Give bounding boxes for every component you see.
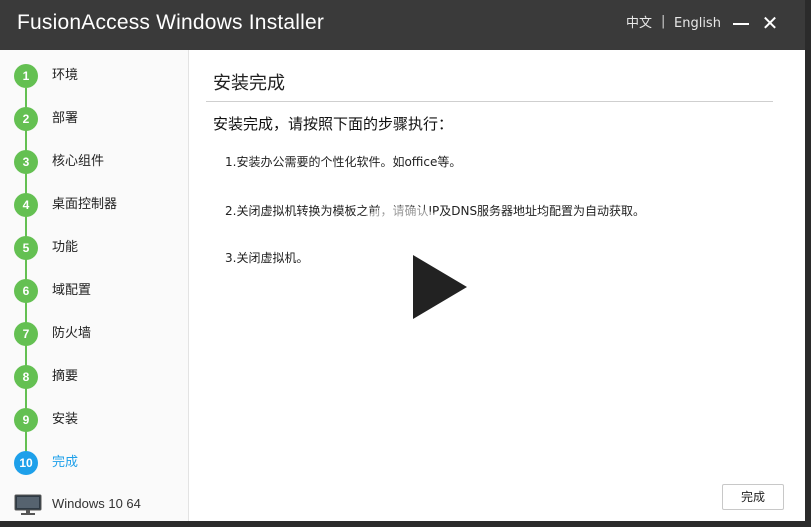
play-icon[interactable] (413, 255, 467, 319)
os-label: Windows 10 64 (52, 496, 141, 511)
step-label: 功能 (52, 240, 79, 255)
language-separator: | (661, 14, 666, 29)
language-chinese-link[interactable]: 中文 (626, 15, 652, 33)
minimize-icon[interactable] (732, 13, 750, 33)
step-number-badge: 8 (14, 365, 38, 389)
monitor-icon (14, 494, 42, 515)
sidebar-step-deploy: 2 部署 (0, 104, 188, 134)
sidebar-step-desktop-controller: 4 桌面控制器 (0, 190, 188, 220)
sidebar-step-environment: 1 环境 (0, 61, 188, 91)
step-number-badge: 1 (14, 64, 38, 88)
step-number-badge-active: 10 (14, 451, 38, 475)
step-number-badge: 6 (14, 279, 38, 303)
installer-window: FusionAccess Windows Installer 中文 | Engl… (0, 0, 805, 521)
os-info: Windows 10 64 (0, 489, 188, 521)
sidebar-step-firewall: 7 防火墙 (0, 319, 188, 349)
step-label: 桌面控制器 (52, 197, 118, 212)
sidebar-step-domain-config: 6 域配置 (0, 276, 188, 306)
sidebar-step-core-components: 3 核心组件 (0, 147, 188, 177)
step-label: 安装 (52, 412, 79, 427)
step-number-badge: 9 (14, 408, 38, 432)
sidebar-step-finish: 10 完成 (0, 448, 188, 478)
intro-text: 安装完成，请按照下面的步骤执行： (213, 115, 454, 133)
step-label: 防火墙 (52, 326, 92, 341)
step-number-badge: 7 (14, 322, 38, 346)
language-english-link[interactable]: English (674, 15, 721, 33)
sidebar-steps: 1 环境 2 部署 3 核心组件 4 桌面控制器 5 功能 6 域配置 7 防火… (0, 50, 189, 521)
step-label: 环境 (52, 68, 79, 83)
instruction-item: 3.关闭虚拟机。 (225, 251, 309, 265)
step-number-badge: 2 (14, 107, 38, 131)
window-title: FusionAccess Windows Installer (17, 11, 325, 34)
step-label: 域配置 (52, 283, 92, 298)
instruction-item: 1.安装办公需要的个性化软件。如office等。 (225, 155, 462, 169)
page-title: 安装完成 (213, 73, 285, 94)
sidebar-step-summary: 8 摘要 (0, 362, 188, 392)
step-label: 核心组件 (52, 154, 105, 169)
step-number-badge: 4 (14, 193, 38, 217)
sidebar-step-install: 9 安装 (0, 405, 188, 435)
sidebar-step-features: 5 功能 (0, 233, 188, 263)
close-icon[interactable]: ✕ (760, 12, 780, 34)
step-number-badge: 3 (14, 150, 38, 174)
title-divider (206, 101, 773, 102)
title-bar: FusionAccess Windows Installer 中文 | Engl… (0, 0, 805, 50)
step-number-badge: 5 (14, 236, 38, 260)
step-label: 部署 (52, 111, 79, 126)
finish-button[interactable]: 完成 (722, 484, 784, 510)
step-label: 摘要 (52, 369, 79, 384)
step-label-active: 完成 (52, 455, 79, 470)
main-content: 安装完成 安装完成，请按照下面的步骤执行： 1.安装办公需要的个性化软件。如of… (189, 50, 805, 521)
